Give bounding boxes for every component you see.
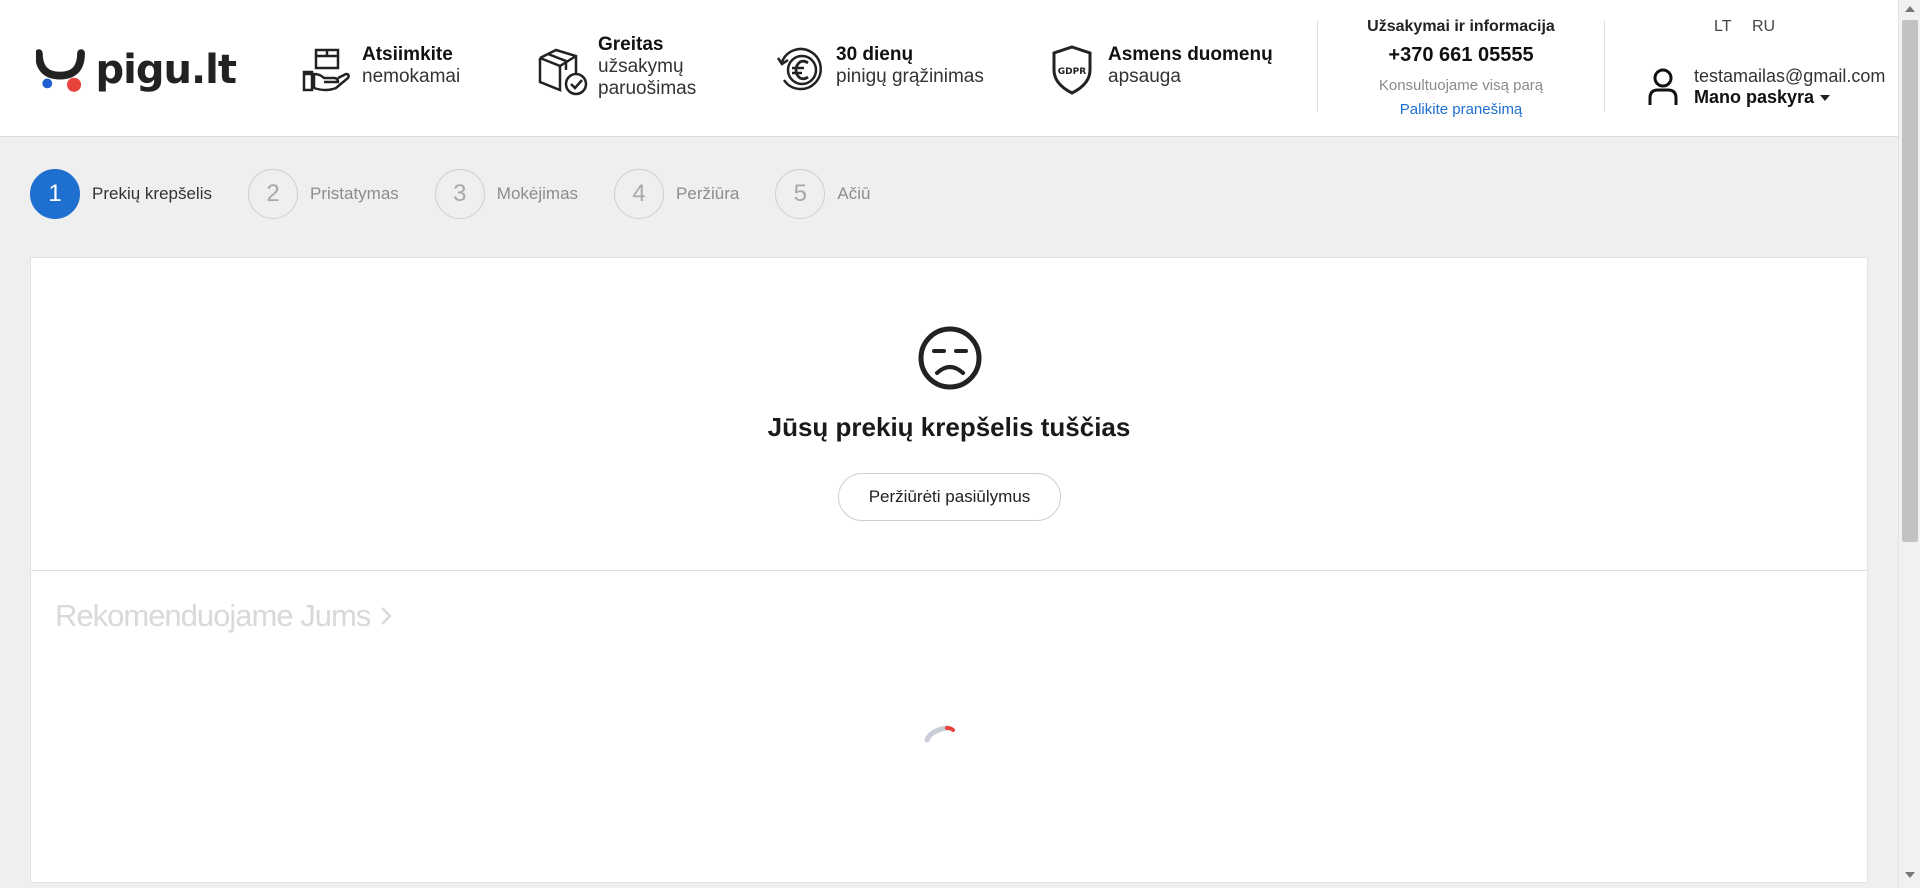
loading-spinner-icon [924,725,955,743]
empty-cart-section: Jūsų prekių krepšelis tuščias Peržiūrėti… [31,258,1867,571]
logo[interactable]: pigu.lt [36,38,237,102]
contact-title: Užsakymai ir informacija [1367,18,1555,35]
step-number: 1 [30,169,80,219]
step-number: 4 [614,169,665,219]
scrollbar[interactable] [1898,0,1920,888]
leave-message-link[interactable]: Palikite pranešimą [1318,101,1604,118]
contact-info: Užsakymai ir informacija +370 661 05555 … [1318,18,1604,118]
scroll-up-arrow-icon[interactable] [1905,6,1915,12]
step-thanks: 5 Ačiū [775,169,870,219]
account-email: testamailas@gmail.com [1694,66,1886,86]
hand-box-icon [302,48,350,92]
feature-subtitle-line2: paruošimas [598,78,697,99]
recommendations-title: Rekomenduojame Jums [55,598,371,633]
step-label: Ačiū [837,184,871,203]
sad-face-icon [918,326,982,390]
header-divider [1604,20,1605,112]
feature-fast-order: Greitas užsakymų paruošimas [536,34,696,100]
checkout-steps: 1 Prekių krepšelis 2 Pristatymas 3 Mokėj… [30,168,906,220]
step-label: Pristatymas [310,184,399,203]
svg-text:GDPR: GDPR [1058,67,1086,77]
feature-gdpr: GDPR Asmens duomenų apsauga [1046,44,1273,96]
chevron-right-icon [381,607,393,625]
step-label: Peržiūra [676,184,740,203]
step-payment: 3 Mokėjimas [434,169,579,219]
step-cart[interactable]: 1 Prekių krepšelis [30,169,212,219]
feature-title: Greitas [598,34,664,55]
feature-free-pickup: Atsiimkite nemokamai [300,44,460,96]
logo-text: pigu.lt [95,47,237,93]
feature-subtitle: nemokamai [362,66,461,87]
box-check-icon [538,48,588,96]
feature-title: 30 dienų [836,44,914,65]
feature-money-back: 30 dienų pinigų grąžinimas [774,44,984,96]
user-icon [1648,68,1678,105]
recommendations-header[interactable]: Rekomenduojame Jums [55,598,394,634]
gdpr-shield-icon: GDPR [1052,45,1092,95]
account-menu[interactable]: testamailas@gmail.com Mano paskyra [1648,66,1885,108]
lang-ru[interactable]: RU [1752,18,1775,36]
caret-down-icon [1820,95,1831,102]
my-account-label: Mano paskyra [1694,87,1815,107]
empty-cart-title: Jūsų prekių krepšelis tuščias [767,412,1131,442]
step-number: 2 [248,169,298,219]
feature-title: Atsiimkite [362,44,453,65]
pigu-logo-mark-icon [36,49,85,92]
scroll-thumb[interactable] [1902,20,1918,542]
step-label: Prekių krepšelis [92,184,212,203]
contact-consult-text: Konsultuojame visą parą [1378,77,1544,94]
contact-phone[interactable]: +370 661 05555 [1318,44,1604,67]
lang-lt[interactable]: LT [1714,18,1731,36]
step-delivery: 2 Pristatymas [248,169,399,219]
step-number: 3 [434,169,485,219]
step-number: 5 [775,169,826,219]
feature-subtitle: užsakymų [598,56,684,77]
cart-card: Jūsų prekių krepšelis tuščias Peržiūrėti… [30,257,1868,883]
feature-subtitle: pinigų grąžinimas [836,66,984,87]
step-label: Mokėjimas [496,184,579,203]
view-offers-button[interactable]: Peržiūrėti pasiūlymus [838,473,1061,521]
my-account-dropdown[interactable]: Mano paskyra [1694,86,1885,108]
euro-refund-icon [776,47,822,91]
feature-subtitle: apsauga [1108,66,1181,87]
site-header: pigu.lt Atsiimkite nemokamai Greitas užs… [0,0,1898,137]
scroll-down-arrow-icon[interactable] [1905,872,1915,878]
feature-title: Asmens duomenų [1108,44,1273,65]
step-review: 4 Peržiūra [614,169,739,219]
